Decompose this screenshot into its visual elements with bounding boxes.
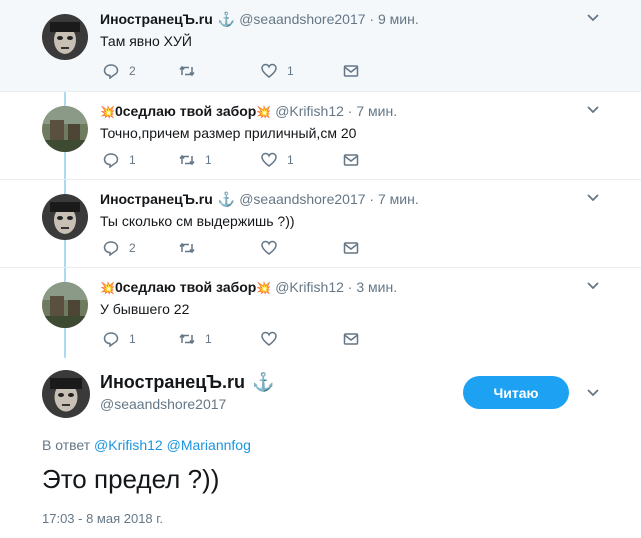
explosion-icon: 💥 xyxy=(100,105,115,119)
follow-button[interactable]: Читаю xyxy=(463,376,569,409)
tweet-actions: 2 1 xyxy=(103,63,363,81)
display-name[interactable]: ИностранецЪ.ru xyxy=(100,11,213,27)
thread-tweet[interactable]: ИностранецЪ.ru ⚓ @seaandshore2017 · 9 мин.… xyxy=(0,0,641,92)
tweet-header: 💥0седлаю твой забор💥 @Krifish12 · 3 мин. xyxy=(100,279,397,295)
explosion-icon: 💥 xyxy=(256,281,272,295)
tweet-text: Там явно ХУЙ xyxy=(100,33,192,49)
reply-prefix: В ответ xyxy=(42,437,91,453)
reply-count: 1 xyxy=(129,332,136,346)
main-display-name[interactable]: ИностранецЪ.ru ⚓ xyxy=(100,372,278,393)
separator: · xyxy=(347,279,353,295)
direct-message-button[interactable] xyxy=(343,331,359,347)
like-icon xyxy=(261,331,277,346)
reply-count: 1 xyxy=(129,153,136,167)
reply-icon xyxy=(103,332,119,347)
direct-message-icon xyxy=(343,65,359,77)
timestamp[interactable]: 7 мин. xyxy=(378,191,419,207)
separator: · xyxy=(347,103,353,119)
display-name[interactable]: 0седлаю твой забор xyxy=(115,279,256,295)
retweet-icon xyxy=(179,242,195,254)
display-name[interactable]: ИностранецЪ.ru xyxy=(100,372,245,392)
avatar[interactable] xyxy=(42,106,88,152)
reply-count: 2 xyxy=(129,241,136,255)
anchor-icon: ⚓ xyxy=(217,11,236,27)
retweet-icon xyxy=(179,154,195,166)
retweet-icon xyxy=(179,65,195,77)
retweet-button[interactable]: 1 xyxy=(179,331,212,347)
chevron-down-icon[interactable] xyxy=(585,102,601,118)
like-button[interactable]: 1 xyxy=(261,152,294,168)
like-icon xyxy=(261,152,277,167)
reply-button[interactable]: 1 xyxy=(103,152,136,168)
like-count: 1 xyxy=(287,64,294,78)
reply-count: 2 xyxy=(129,64,136,78)
display-name[interactable]: ИностранецЪ.ru xyxy=(100,191,213,207)
tweet-actions: 2 xyxy=(103,240,363,258)
retweet-button[interactable] xyxy=(179,63,205,79)
tweet-header: ИностранецЪ.ru ⚓ @seaandshore2017 · 7 мин. xyxy=(100,191,419,208)
thread-tweet[interactable]: 💥0седлаю твой забор💥 @Krifish12 · 3 мин.… xyxy=(0,268,641,360)
username[interactable]: @seaandshore2017 xyxy=(239,191,365,207)
tweet-text: Ты сколько см выдержишь ?)) xyxy=(100,213,295,229)
username[interactable]: @Krifish12 xyxy=(275,279,344,295)
direct-message-button[interactable] xyxy=(343,152,359,168)
tweet-text: Точно,причем размер приличный,см 20 xyxy=(100,125,357,141)
retweet-icon xyxy=(179,333,195,345)
tweet-actions: 1 1 xyxy=(103,331,363,349)
anchor-icon: ⚓ xyxy=(252,372,275,392)
retweet-button[interactable]: 1 xyxy=(179,152,212,168)
like-count: 1 xyxy=(287,153,294,167)
anchor-icon: ⚓ xyxy=(217,191,236,207)
direct-message-icon xyxy=(343,333,359,345)
reply-button[interactable]: 2 xyxy=(103,63,136,79)
retweet-button[interactable] xyxy=(179,240,205,256)
reply-icon xyxy=(103,64,119,79)
avatar[interactable] xyxy=(42,282,88,328)
username[interactable]: @seaandshore2017 xyxy=(239,11,365,27)
tweet-text: У бывшего 22 xyxy=(100,301,190,317)
tweet-actions: 1 1 1 xyxy=(103,152,363,170)
reply-context: В ответ @Krifish12 @Mariannfog xyxy=(42,437,251,453)
explosion-icon: 💥 xyxy=(256,105,272,119)
avatar[interactable] xyxy=(42,194,88,240)
explosion-icon: 💥 xyxy=(100,281,115,295)
reply-button[interactable]: 1 xyxy=(103,331,136,347)
avatar[interactable] xyxy=(42,14,88,60)
display-name[interactable]: 0седлаю твой забор xyxy=(115,103,256,119)
chevron-down-icon[interactable] xyxy=(585,278,601,294)
like-button[interactable] xyxy=(261,240,287,256)
retweet-count: 1 xyxy=(205,332,212,346)
direct-message-button[interactable] xyxy=(343,240,359,256)
like-icon xyxy=(261,240,277,255)
timestamp[interactable]: 7 мин. xyxy=(356,103,397,119)
avatar[interactable] xyxy=(42,370,90,418)
retweet-count: 1 xyxy=(205,153,212,167)
like-button[interactable]: 1 xyxy=(261,63,294,79)
reply-button[interactable]: 2 xyxy=(103,240,136,256)
separator: · xyxy=(369,191,375,207)
reply-icon xyxy=(103,153,119,168)
tweet-header: ИностранецЪ.ru ⚓ @seaandshore2017 · 9 мин. xyxy=(100,11,419,28)
mention-link[interactable]: @Krifish12 xyxy=(94,437,163,453)
direct-message-icon xyxy=(343,242,359,254)
chevron-down-icon[interactable] xyxy=(585,10,601,26)
chevron-down-icon[interactable] xyxy=(585,190,601,206)
thread-tweet[interactable]: ИностранецЪ.ru ⚓ @seaandshore2017 · 7 мин.… xyxy=(0,180,641,268)
direct-message-button[interactable] xyxy=(343,63,359,79)
main-tweet-text: Это предел ?)) xyxy=(42,464,220,494)
main-username[interactable]: @seaandshore2017 xyxy=(100,396,226,412)
timestamp[interactable]: 3 мин. xyxy=(356,279,397,295)
mention-link[interactable]: @Mariannfog xyxy=(167,437,251,453)
direct-message-icon xyxy=(343,154,359,166)
chevron-down-icon[interactable] xyxy=(585,385,601,401)
timestamp[interactable]: 9 мин. xyxy=(378,11,419,27)
tweet-header: 💥0седлаю твой забор💥 @Krifish12 · 7 мин. xyxy=(100,103,397,119)
like-icon xyxy=(261,63,277,78)
reply-icon xyxy=(103,241,119,256)
separator: · xyxy=(369,11,375,27)
thread-tweet[interactable]: 💥0седлаю твой забор💥 @Krifish12 · 7 мин.… xyxy=(0,92,641,180)
like-button[interactable] xyxy=(261,331,287,347)
username[interactable]: @Krifish12 xyxy=(275,103,344,119)
main-timestamp[interactable]: 17:03 - 8 мая 2018 г. xyxy=(42,511,163,526)
